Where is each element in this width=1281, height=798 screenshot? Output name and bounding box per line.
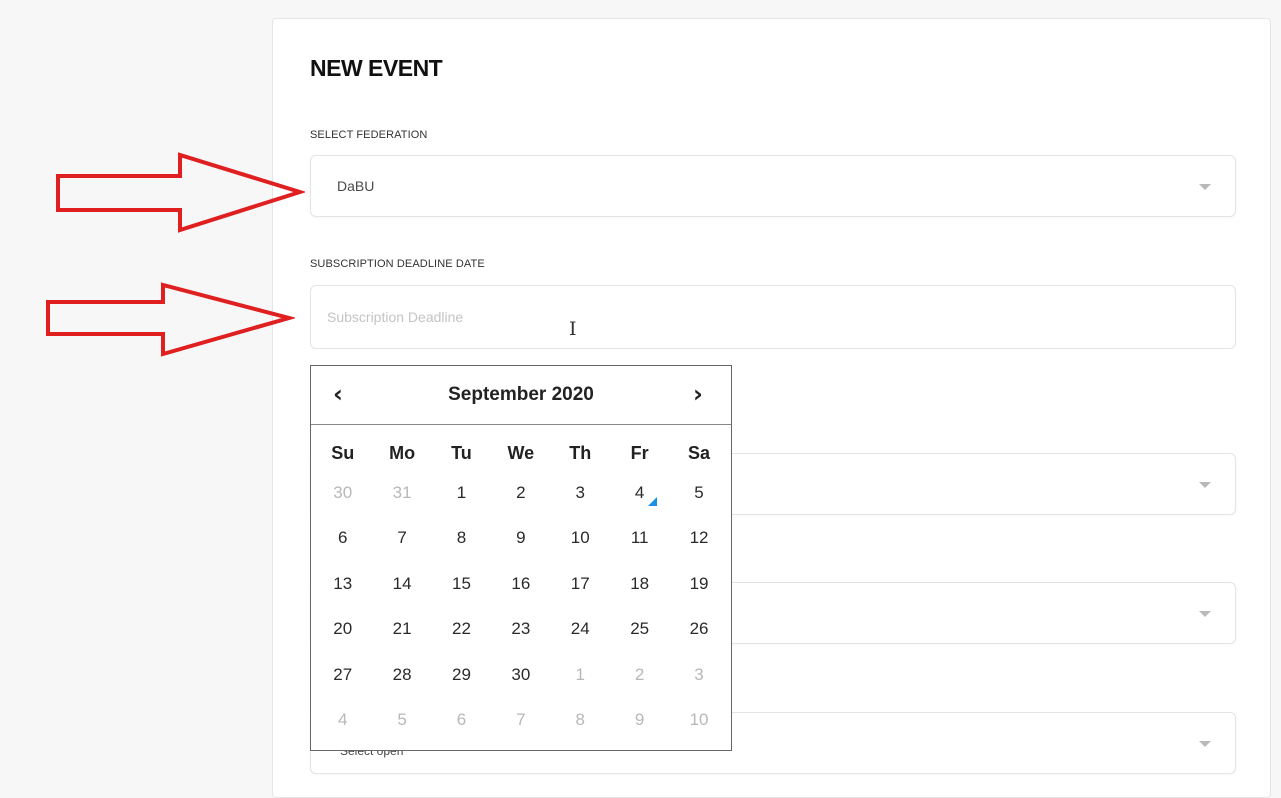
datepicker-week-row: 27 28 29 30 1 2 3 [313,652,729,698]
datepicker-day[interactable]: 9 [610,710,669,730]
page-title: NEW EVENT [310,55,443,81]
datepicker-day[interactable]: 7 [372,528,431,548]
datepicker-day[interactable]: 12 [669,528,728,548]
caret-down-icon [1199,611,1211,617]
datepicker-day[interactable]: 31 [372,483,431,503]
federation-label: SELECT FEDERATION [310,129,428,141]
datepicker-month-label: September 2020 [448,384,594,405]
datepicker-day[interactable]: 3 [551,483,610,503]
weekday-header: Su [331,442,355,463]
datepicker-day[interactable]: 21 [372,619,431,639]
datepicker-day[interactable]: 1 [551,665,610,685]
caret-down-icon [1199,741,1211,747]
datepicker-day[interactable]: 2 [491,483,550,503]
weekday-header: Tu [451,442,472,463]
datepicker-day[interactable]: 6 [432,710,491,730]
datepicker-day[interactable]: 8 [551,710,610,730]
datepicker-day[interactable]: 2 [610,665,669,685]
chevron-right-icon[interactable]: › [693,380,703,408]
datepicker-day[interactable]: 10 [669,710,728,730]
datepicker-day[interactable]: 26 [669,619,728,639]
weekday-header: Mo [389,442,416,463]
today-marker-icon [647,496,657,506]
datepicker-day-today[interactable]: 4 [610,483,669,506]
deadline-label: SUBSCRIPTION DEADLINE DATE [310,258,485,270]
weekday-header: Fr [630,442,649,463]
datepicker-day[interactable]: 30 [313,483,372,503]
annotation-arrow-icon [46,282,295,357]
subscription-deadline-input[interactable] [310,285,1236,349]
datepicker-week-row: 30 31 1 2 3 4 5 [313,470,729,516]
datepicker-week-row: 6 7 8 9 10 11 12 [313,516,729,562]
datepicker-day[interactable]: 5 [669,483,728,503]
federation-selected-value: DaBU [337,178,375,194]
caret-down-icon [1199,184,1211,190]
datepicker-day[interactable]: 9 [491,528,550,548]
datepicker-day[interactable]: 23 [491,619,550,639]
datepicker-week-row: 20 21 22 23 24 25 26 [313,607,729,653]
weekday-header: Th [569,442,592,463]
text-cursor-icon: I [569,318,577,340]
datepicker-popup: ‹ September 2020 › Su Mo Tu We Th Fr Sa 30 31 1 2… [310,365,732,751]
datepicker-day[interactable]: 30 [491,665,550,685]
datepicker-day[interactable]: 8 [432,528,491,548]
datepicker-day[interactable]: 4 [313,710,372,730]
datepicker-day[interactable]: 10 [551,528,610,548]
datepicker-header: ‹ September 2020 › [311,366,731,425]
weekday-header: We [507,442,535,463]
datepicker-day[interactable]: 17 [551,574,610,594]
federation-select[interactable]: DaBU [310,155,1236,217]
datepicker-day[interactable]: 16 [491,574,550,594]
datepicker-day[interactable]: 28 [372,665,431,685]
datepicker-day[interactable]: 20 [313,619,372,639]
datepicker-week-row: 4 5 6 7 8 9 10 [313,698,729,744]
datepicker-day[interactable]: 25 [610,619,669,639]
datepicker-day[interactable]: 24 [551,619,610,639]
datepicker-day[interactable]: 7 [491,710,550,730]
datepicker-day[interactable]: 27 [313,665,372,685]
datepicker-week-row: 13 14 15 16 17 18 19 [313,561,729,607]
datepicker-day[interactable]: 1 [432,483,491,503]
datepicker-day[interactable]: 13 [313,574,372,594]
datepicker-day[interactable]: 15 [432,574,491,594]
annotation-arrow-icon [56,152,305,233]
datepicker-day[interactable]: 22 [432,619,491,639]
datepicker-day[interactable]: 29 [432,665,491,685]
weekday-header-row: Su Mo Tu We Th Fr Sa [313,436,729,470]
datepicker-day[interactable]: 3 [669,665,728,685]
datepicker-day[interactable]: 5 [372,710,431,730]
datepicker-day[interactable]: 6 [313,528,372,548]
datepicker-day[interactable]: 19 [669,574,728,594]
datepicker-day[interactable]: 18 [610,574,669,594]
datepicker-day[interactable]: 14 [372,574,431,594]
weekday-header: Sa [688,442,711,463]
datepicker-grid: Su Mo Tu We Th Fr Sa 30 31 1 2 3 4 5 6 7 8 9 10 11 12 13 14 15… [313,436,729,743]
datepicker-day[interactable]: 11 [610,528,669,548]
caret-down-icon [1199,482,1211,488]
